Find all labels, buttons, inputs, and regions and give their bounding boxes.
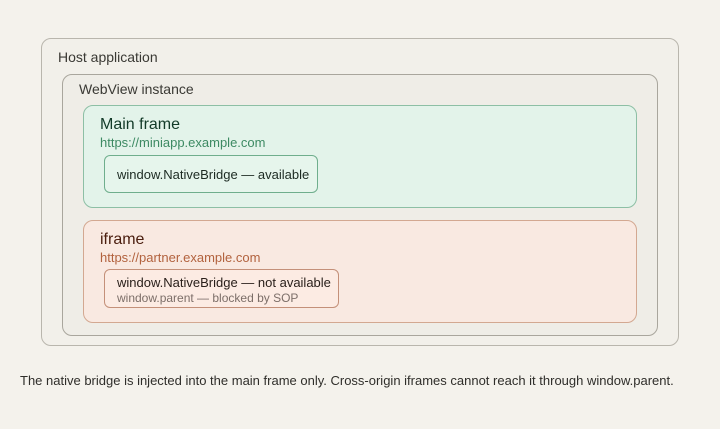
iframe-parent-status: window.parent — blocked by SOP bbox=[117, 291, 299, 305]
webview-instance-label: WebView instance bbox=[79, 81, 194, 97]
iframe-url: https://partner.example.com bbox=[100, 250, 261, 265]
diagram-caption: The native bridge is injected into the m… bbox=[20, 373, 674, 388]
host-application-label: Host application bbox=[58, 49, 158, 65]
main-frame-title: Main frame bbox=[100, 116, 181, 133]
iframe-bridge-status: window.NativeBridge — not available bbox=[117, 275, 331, 290]
iframe-title: iframe bbox=[100, 231, 145, 248]
main-frame-bridge-status: window.NativeBridge — available bbox=[117, 167, 310, 182]
main-frame-url: https://miniapp.example.com bbox=[100, 135, 266, 150]
